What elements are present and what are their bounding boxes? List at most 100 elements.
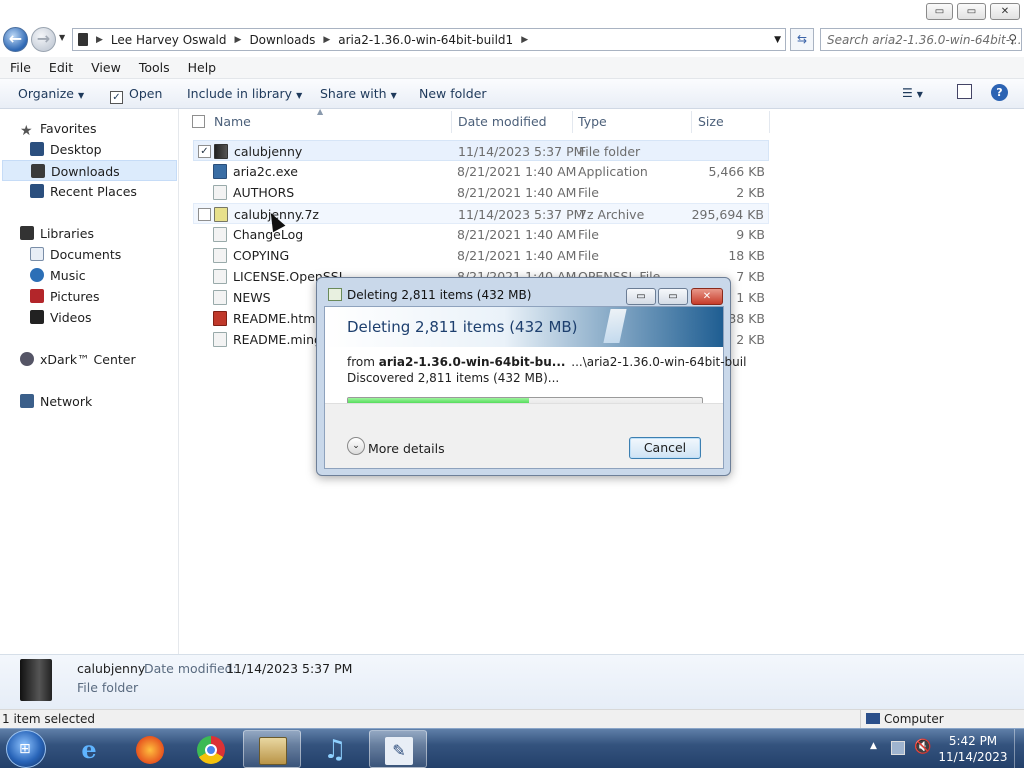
menu-tools[interactable]: Tools: [129, 60, 178, 75]
row-checkbox[interactable]: ✓: [198, 145, 211, 158]
file-icon: [213, 332, 227, 347]
menu-file[interactable]: File: [0, 60, 39, 75]
search-input[interactable]: Search aria2-1.36.0-win-64bit-... ⚲: [820, 28, 1022, 51]
taskbar-notepad[interactable]: ✎: [369, 730, 427, 768]
checkbox-icon: ✓: [110, 91, 123, 104]
more-details-toggle[interactable]: ⌄: [347, 437, 365, 455]
status-computer: Computer: [884, 712, 944, 726]
taskbar: ⊞ e ♫ ✎ ▲ 🔇 5:42 PM 11/14/2023: [0, 728, 1024, 769]
column-divider[interactable]: [691, 111, 692, 133]
recycle-bin-icon: [328, 288, 342, 301]
open-button[interactable]: ✓ Open: [110, 86, 162, 104]
nav-network[interactable]: Network: [20, 391, 198, 412]
recent-places-icon: [30, 184, 44, 198]
show-desktop-button[interactable]: [1014, 729, 1024, 769]
refresh-button[interactable]: ⇆: [790, 28, 814, 51]
dialog-minimize-button[interactable]: ▭: [626, 288, 656, 305]
volume-muted-icon[interactable]: 🔇: [914, 739, 931, 755]
row-checkbox[interactable]: [198, 208, 211, 221]
file-row-copying[interactable]: COPYING 8/21/2021 1:40 AM File 18 KB: [193, 245, 769, 266]
flying-paper-icon: [603, 309, 627, 343]
music-icon: [30, 268, 44, 282]
breadcrumb-separator-icon: ▶: [234, 34, 242, 45]
dialog-maximize-button[interactable]: ▭: [658, 288, 688, 305]
nav-downloads[interactable]: Downloads: [2, 160, 177, 181]
help-button[interactable]: ?: [991, 84, 1008, 101]
explorer-icon: [259, 737, 287, 765]
column-divider[interactable]: [451, 111, 452, 133]
taskbar-firefox[interactable]: [121, 730, 179, 768]
documents-icon: [30, 247, 44, 261]
file-icon: [213, 227, 227, 242]
cancel-button[interactable]: Cancel: [629, 437, 701, 459]
column-type[interactable]: Type: [578, 114, 607, 136]
network-tray-icon[interactable]: [891, 741, 905, 755]
taskbar-internet-explorer[interactable]: e: [60, 730, 118, 768]
column-divider[interactable]: [769, 111, 770, 133]
taskbar-windows-explorer[interactable]: [243, 730, 301, 768]
address-bar[interactable]: ▶ Lee Harvey Oswald ▶ Downloads ▶ aria2-…: [72, 28, 786, 51]
address-row: ← → ▼ ▶ Lee Harvey Oswald ▶ Downloads ▶ …: [0, 24, 1024, 56]
network-icon: [20, 394, 34, 408]
breadcrumb-separator-icon: ▶: [96, 34, 103, 45]
close-button[interactable]: ✕: [990, 3, 1020, 20]
more-details-label[interactable]: More details: [368, 441, 445, 456]
file-row-aria2c-exe[interactable]: aria2c.exe 8/21/2021 1:40 AM Application…: [193, 161, 769, 182]
html-file-icon: [213, 311, 227, 326]
firefox-icon: [136, 736, 164, 764]
details-pane: calubjenny Date modified: 11/14/2023 5:3…: [0, 654, 1024, 709]
column-name[interactable]: Name: [214, 114, 251, 136]
pictures-icon: [30, 289, 44, 303]
organize-button[interactable]: Organize ▼: [18, 86, 84, 101]
recent-pages-dropdown[interactable]: ▼: [59, 33, 65, 42]
menu-help[interactable]: Help: [178, 60, 225, 75]
file-row-authors[interactable]: AUTHORS 8/21/2021 1:40 AM File 2 KB: [193, 182, 769, 203]
dialog-close-button[interactable]: ✕: [691, 288, 723, 305]
back-button[interactable]: ←: [3, 27, 28, 52]
forward-arrow-icon: →: [36, 29, 51, 48]
taskbar-chrome[interactable]: [182, 730, 240, 768]
file-icon: [213, 185, 227, 200]
column-divider[interactable]: [572, 111, 573, 133]
restore-button[interactable]: ▭: [957, 3, 986, 20]
breadcrumb-user[interactable]: Lee Harvey Oswald: [111, 33, 227, 47]
title-bar: ▭ ▭ ✕: [0, 0, 1024, 24]
libraries-icon: [20, 226, 34, 240]
view-options-button[interactable]: ☰ ▼: [902, 86, 923, 100]
share-with-button[interactable]: Share with ▼: [320, 86, 397, 101]
help-icon: ?: [996, 86, 1003, 99]
start-button[interactable]: ⊞: [6, 730, 46, 768]
address-dropdown-icon[interactable]: ▼: [774, 35, 781, 45]
show-hidden-icons-button[interactable]: ▲: [870, 741, 877, 751]
dialog-header: Deleting 2,811 items (432 MB): [325, 307, 723, 347]
select-all-checkbox[interactable]: [192, 115, 205, 128]
details-date-label: Date modified:: [144, 661, 237, 676]
column-date-modified[interactable]: Date modified: [458, 114, 547, 136]
forward-button[interactable]: →: [31, 27, 56, 52]
windows-logo-icon: ⊞: [19, 741, 31, 757]
new-folder-button[interactable]: New folder: [419, 86, 487, 101]
dialog-heading: Deleting 2,811 items (432 MB): [347, 318, 578, 336]
clock-date[interactable]: 11/14/2023: [938, 750, 1008, 764]
column-size[interactable]: Size: [698, 114, 724, 136]
nav-favorites[interactable]: ★ Favorites: [20, 118, 198, 139]
status-selected: 1 item selected: [2, 712, 96, 726]
clock-time[interactable]: 5:42 PM: [938, 734, 1008, 748]
desktop-icon: [30, 142, 44, 156]
breadcrumb-downloads[interactable]: Downloads: [249, 33, 315, 47]
file-row-calubjenny[interactable]: ✓ calubjenny 11/14/2023 5:37 PM File fol…: [193, 140, 769, 161]
breadcrumb-folder[interactable]: aria2-1.36.0-win-64bit-build1: [338, 33, 513, 47]
nav-xdark-center[interactable]: xDark™ Center: [20, 349, 198, 370]
menu-bar: File Edit View Tools Help: [0, 57, 1024, 79]
star-icon: ★: [20, 123, 33, 139]
minimize-button[interactable]: ▭: [926, 3, 953, 20]
include-in-library-button[interactable]: Include in library ▼: [187, 86, 302, 101]
menu-view[interactable]: View: [81, 60, 129, 75]
nav-libraries[interactable]: Libraries: [20, 223, 198, 244]
details-kind: File folder: [77, 680, 139, 695]
view-list-icon: ☰: [902, 86, 913, 100]
preview-pane-button[interactable]: [957, 84, 972, 99]
internet-explorer-icon: e: [81, 735, 97, 764]
taskbar-itunes[interactable]: ♫: [306, 730, 364, 768]
menu-edit[interactable]: Edit: [39, 60, 81, 75]
